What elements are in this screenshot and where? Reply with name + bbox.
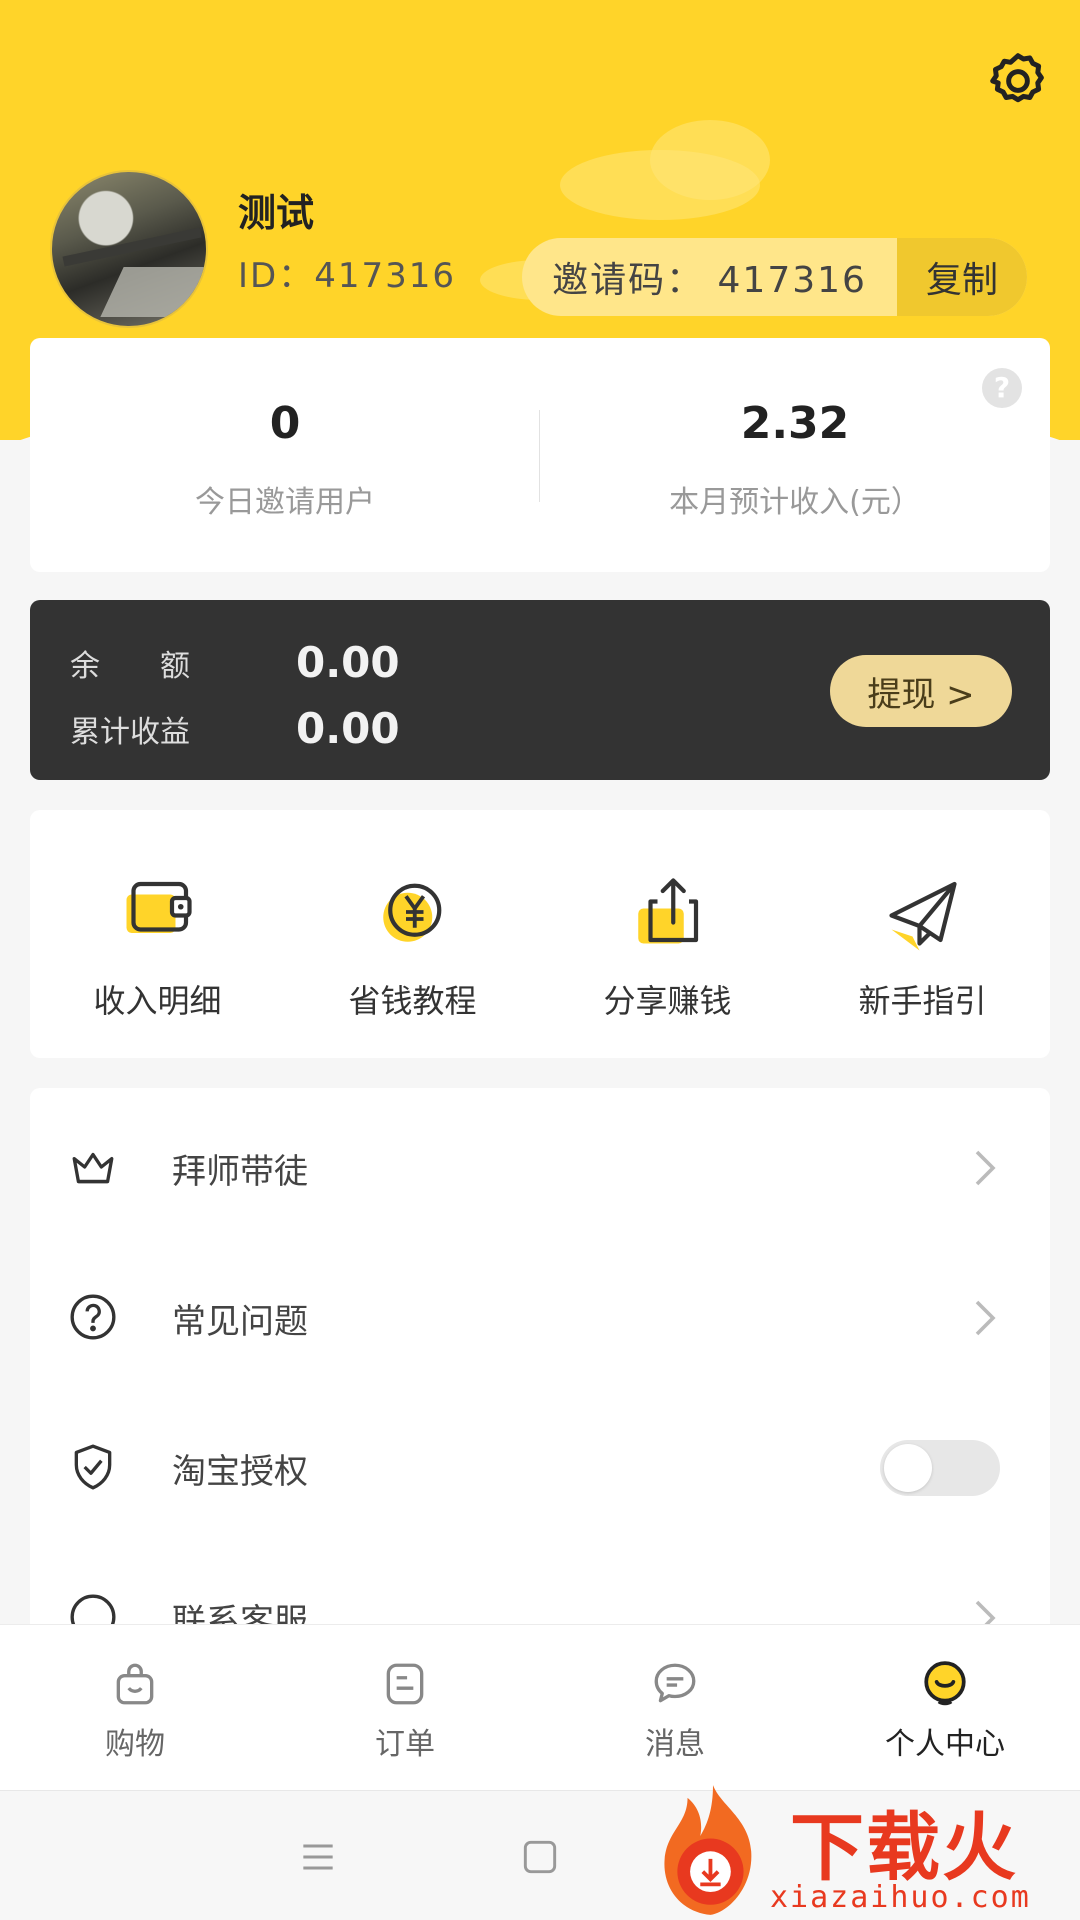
balance-value: 0.00: [296, 638, 400, 687]
stat-value: 0: [269, 398, 301, 449]
quick-action-label: 新手指引: [858, 982, 987, 1020]
bottom-tab-bar: 购物 订单 消息 个人中心: [0, 1624, 1080, 1790]
toggle-knob: [884, 1444, 932, 1492]
quick-actions-card: 收入明细 省钱教程 分享赚钱 新手指引: [30, 810, 1050, 1058]
withdraw-button[interactable]: 提现 >: [830, 655, 1012, 727]
stat-today-invites[interactable]: 0 今日邀请用户: [30, 398, 540, 521]
balance-card: 余 额 0.00 累计收益 0.00 提现 >: [30, 600, 1050, 780]
message-icon: [654, 1663, 696, 1703]
quick-action-label: 收入明细: [93, 982, 222, 1020]
user-id: ID：417316: [238, 256, 456, 296]
chevron-right-icon: [975, 1150, 996, 1186]
menu-list: 拜师带徒 常见问题 淘宝授权 联系客服: [30, 1088, 1050, 1648]
user-name: 测试: [238, 191, 315, 235]
menu-item-label: 淘宝授权: [172, 1452, 308, 1492]
order-icon: [386, 1663, 424, 1705]
quick-action-share-earn[interactable]: 分享赚钱: [540, 870, 795, 1022]
menu-item-mentorship[interactable]: 拜师带徒: [30, 1088, 1050, 1238]
watermark-logo: 下载火 xiazaihuo.com: [640, 1780, 1080, 1920]
tab-label: 个人中心: [885, 1727, 1005, 1762]
total-earnings-label: 累计收益: [70, 714, 190, 750]
balance-row: 余 额 0.00: [70, 638, 400, 687]
tab-shopping[interactable]: 购物: [0, 1659, 270, 1763]
chevron-right-icon: [975, 1300, 996, 1336]
home-square-icon[interactable]: [518, 1835, 562, 1879]
tab-profile[interactable]: 个人中心: [810, 1659, 1080, 1763]
quick-action-label: 分享赚钱: [603, 982, 732, 1020]
share-icon: [637, 878, 698, 944]
total-earnings-value: 0.00: [296, 704, 400, 753]
gear-icon: [990, 53, 1044, 103]
menu-item-label: 拜师带徒: [172, 1152, 308, 1192]
yuan-coin-icon: [382, 883, 441, 942]
crown-icon: [72, 1152, 114, 1184]
menu-item-label: 常见问题: [172, 1302, 308, 1342]
flame-logo-icon: [664, 1785, 752, 1915]
shopping-bag-icon: [116, 1663, 154, 1705]
avatar[interactable]: [50, 170, 208, 328]
menu-item-faq[interactable]: 常见问题: [30, 1238, 1050, 1388]
shield-check-icon: [74, 1444, 112, 1490]
watermark-url: xiazaihuo.com: [770, 1880, 1031, 1915]
quick-action-label: 省钱教程: [348, 982, 477, 1020]
tab-messages[interactable]: 消息: [540, 1659, 810, 1763]
tab-label: 购物: [105, 1727, 165, 1762]
stats-card: ? 0 今日邀请用户 2.32 本月预计收入(元）: [30, 338, 1050, 572]
tab-label: 订单: [375, 1727, 435, 1762]
watermark-brand: 下载火: [790, 1805, 1018, 1891]
tab-label: 消息: [645, 1727, 705, 1762]
stat-label: 今日邀请用户: [195, 485, 375, 520]
quick-action-beginner-guide[interactable]: 新手指引: [795, 870, 1050, 1022]
quick-action-income-details[interactable]: 收入明细: [30, 870, 285, 1022]
stat-monthly-income[interactable]: 2.32 本月预计收入(元）: [540, 398, 1050, 521]
balance-label: 余 额: [70, 648, 190, 684]
smile-face-icon: [924, 1661, 966, 1706]
stat-label: 本月预计收入(元）: [669, 485, 921, 520]
copy-invite-button[interactable]: 复制: [897, 238, 1027, 316]
tab-orders[interactable]: 订单: [270, 1659, 540, 1763]
paper-plane-icon: [888, 881, 957, 951]
total-earnings-row: 累计收益 0.00: [70, 704, 400, 753]
question-circle-icon: [70, 1294, 116, 1340]
profile-page: 测试 ID：417316 邀请码： 417316 复制 ? 0 今日邀请用户 2…: [0, 0, 1080, 1920]
menu-item-taobao-auth: 淘宝授权: [30, 1388, 1050, 1538]
menu-icon[interactable]: [296, 1835, 340, 1879]
invite-code-pill: 邀请码： 417316 复制: [522, 238, 1027, 316]
wallet-icon: [126, 881, 192, 933]
taobao-auth-toggle[interactable]: [880, 1440, 1000, 1496]
invite-code-text: 邀请码： 417316: [552, 260, 867, 301]
stat-value: 2.32: [740, 398, 850, 449]
quick-action-saving-tutorial[interactable]: 省钱教程: [285, 870, 540, 1022]
settings-button[interactable]: [985, 48, 1051, 114]
